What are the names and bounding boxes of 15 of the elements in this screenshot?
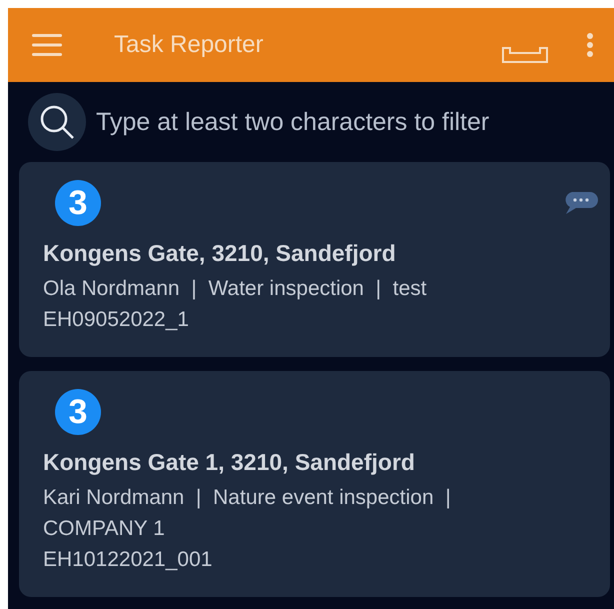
task-card[interactable]: 3 Kongens Gate, 3210, Sandefjord Ola Nordmann | Water inspection | test EH09052022_1	[19, 162, 610, 357]
more-icon[interactable]	[586, 33, 594, 57]
task-details: Ola Nordmann | Water inspection | test	[43, 276, 428, 302]
menu-icon[interactable]	[32, 34, 62, 56]
task-code: EH09052022_1	[43, 307, 190, 333]
count-badge: 3	[55, 389, 101, 435]
task-details: Kari Nordmann | Nature event inspection | COMPANY 1	[43, 485, 452, 542]
app-title: Task Reporter	[114, 31, 264, 59]
task-card[interactable]: 3 Kongens Gate 1, 3210, Sandefjord Kari Nordmann | Nature event inspection | COMPANY 1 EH10122021_001	[19, 371, 610, 597]
tray-icon[interactable]	[502, 47, 548, 63]
search-field[interactable]: Type at least two characters to filter	[94, 106, 602, 138]
task-address: Kongens Gate 1, 3210, Sandefjord	[43, 449, 416, 476]
task-address: Kongens Gate, 3210, Sandefjord	[43, 240, 397, 267]
task-code: EH10122021_001	[43, 547, 214, 573]
count-badge: 3	[55, 180, 101, 226]
